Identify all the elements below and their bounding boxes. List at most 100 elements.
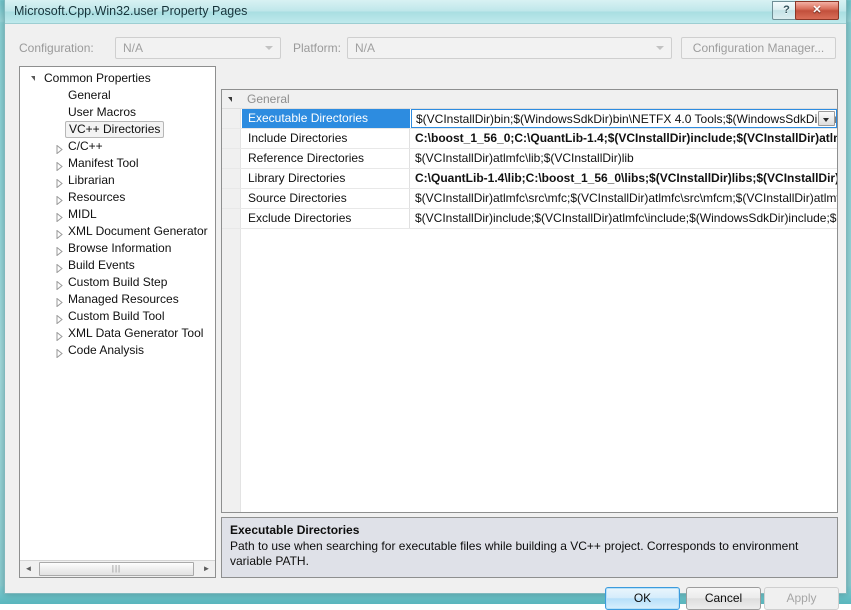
chevron-right-icon[interactable] — [56, 159, 63, 168]
property-name: Reference Directories — [242, 149, 410, 168]
tree-item-label: User Macros — [68, 104, 136, 121]
tree-item-xml-document-generator[interactable]: XML Document Generator — [20, 223, 215, 240]
chevron-right-icon[interactable] — [56, 193, 63, 202]
platform-label: Platform: — [293, 41, 341, 55]
chevron-down-icon — [823, 118, 829, 122]
tree-item-resources[interactable]: Resources — [20, 189, 215, 206]
tree-item-label: VC++ Directories — [65, 121, 164, 138]
property-name: Executable Directories — [242, 109, 410, 128]
tree-item-build-events[interactable]: Build Events — [20, 257, 215, 274]
chevron-right-icon[interactable] — [56, 295, 63, 304]
tree-item-label: Browse Information — [68, 240, 171, 257]
tree-item-label: XML Document Generator — [68, 223, 208, 240]
property-row[interactable]: Executable Directories$(VCInstallDir)bin… — [222, 109, 837, 129]
ok-button[interactable]: OK — [605, 587, 680, 610]
description-pane: Executable Directories Path to use when … — [221, 517, 838, 578]
tree-item-label: Resources — [68, 189, 125, 206]
property-name: Include Directories — [242, 129, 410, 148]
property-row[interactable]: Library DirectoriesC:\QuantLib-1.4\lib;C… — [222, 169, 837, 189]
tree-item-browse-information[interactable]: Browse Information — [20, 240, 215, 257]
chevron-right-icon[interactable] — [56, 329, 63, 338]
close-button[interactable]: ✕ — [795, 1, 839, 20]
property-value[interactable]: $(VCInstallDir)include;$(VCInstallDir)at… — [411, 209, 837, 228]
tree-item-label: Librarian — [68, 172, 115, 189]
tree-item-general[interactable]: General — [20, 87, 215, 104]
property-row[interactable]: Reference Directories$(VCInstallDir)atlm… — [222, 149, 837, 169]
tree-item-c-c[interactable]: C/C++ — [20, 138, 215, 155]
tree-item-managed-resources[interactable]: Managed Resources — [20, 291, 215, 308]
value-dropdown-button[interactable] — [818, 111, 835, 126]
dialog-title: Microsoft.Cpp.Win32.user Property Pages — [14, 4, 247, 18]
chevron-right-icon[interactable] — [56, 278, 63, 287]
tree-item-vc-directories[interactable]: VC++ Directories — [20, 121, 215, 138]
tree-horizontal-scrollbar[interactable]: ◄ ||| ► — [20, 560, 215, 577]
configuration-value: N/A — [123, 41, 143, 55]
tree-item-custom-build-step[interactable]: Custom Build Step — [20, 274, 215, 291]
platform-value: N/A — [355, 41, 375, 55]
tree-item-label: Common Properties — [44, 70, 151, 87]
tree-item-manifest-tool[interactable]: Manifest Tool — [20, 155, 215, 172]
category-expanded-icon — [228, 97, 232, 102]
chevron-right-icon[interactable] — [56, 176, 63, 185]
chevron-down-icon — [265, 46, 273, 50]
configuration-dropdown[interactable]: N/A — [115, 37, 281, 59]
platform-dropdown[interactable]: N/A — [347, 37, 672, 59]
cancel-button[interactable]: Cancel — [686, 587, 761, 610]
chevron-right-icon[interactable] — [56, 346, 63, 355]
chevron-right-icon[interactable] — [56, 210, 63, 219]
tree-item-label: Custom Build Tool — [68, 308, 165, 325]
property-row[interactable]: Source Directories$(VCInstallDir)atlmfc\… — [222, 189, 837, 209]
dialog-client-area: Configuration: N/A Platform: N/A Configu… — [5, 24, 846, 593]
scroll-left-arrow-icon[interactable]: ◄ — [20, 561, 37, 577]
chevron-right-icon[interactable] — [56, 312, 63, 321]
tree-item-label: Build Events — [68, 257, 135, 274]
tree-item-librarian[interactable]: Librarian — [20, 172, 215, 189]
tree-item-label: General — [68, 87, 111, 104]
chevron-right-icon[interactable] — [56, 244, 63, 253]
property-value[interactable]: $(VCInstallDir)atlmfc\src\mfc;$(VCInstal… — [411, 189, 837, 208]
configuration-toolbar: Configuration: N/A Platform: N/A Configu… — [5, 24, 848, 66]
scroll-right-arrow-icon[interactable]: ► — [198, 561, 215, 577]
description-title: Executable Directories — [230, 523, 829, 537]
properties-tree-list: Common PropertiesGeneralUser MacrosVC++ … — [20, 70, 215, 359]
properties-tree-panel[interactable]: Common PropertiesGeneralUser MacrosVC++ … — [19, 66, 216, 578]
tree-expanded-icon[interactable] — [31, 76, 35, 81]
chevron-right-icon[interactable] — [56, 261, 63, 270]
property-value[interactable]: C:\QuantLib-1.4\lib;C:\boost_1_56_0\libs… — [411, 169, 837, 188]
tree-item-user-macros[interactable]: User Macros — [20, 104, 215, 121]
tree-item-label: Code Analysis — [68, 342, 144, 359]
chevron-right-icon[interactable] — [56, 227, 63, 236]
property-name: Library Directories — [242, 169, 410, 188]
apply-button: Apply — [764, 587, 839, 610]
property-value[interactable]: C:\boost_1_56_0;C:\QuantLib-1.4;$(VCInst… — [411, 129, 837, 148]
chevron-down-icon — [656, 46, 664, 50]
property-pages-dialog: Microsoft.Cpp.Win32.user Property Pages … — [4, 0, 847, 594]
tree-item-custom-build-tool[interactable]: Custom Build Tool — [20, 308, 215, 325]
property-grid[interactable]: General Executable Directories$(VCInstal… — [221, 89, 838, 513]
tree-item-label: MIDL — [68, 206, 97, 223]
tree-item-label: Managed Resources — [68, 291, 179, 308]
property-name: Source Directories — [242, 189, 410, 208]
scrollbar-thumb[interactable]: ||| — [39, 562, 194, 576]
property-name: Exclude Directories — [242, 209, 410, 228]
property-category-header[interactable]: General — [222, 90, 837, 109]
property-value[interactable]: $(VCInstallDir)bin;$(WindowsSdkDir)bin\N… — [411, 109, 837, 128]
configuration-label: Configuration: — [19, 41, 94, 55]
tree-item-xml-data-generator-tool[interactable]: XML Data Generator Tool — [20, 325, 215, 342]
property-grid-rows: Executable Directories$(VCInstallDir)bin… — [222, 109, 837, 229]
tree-item-label: XML Data Generator Tool — [68, 325, 203, 342]
tree-item-code-analysis[interactable]: Code Analysis — [20, 342, 215, 359]
tree-item-label: Manifest Tool — [68, 155, 138, 172]
configuration-manager-button[interactable]: Configuration Manager... — [681, 37, 836, 59]
dialog-titlebar[interactable]: Microsoft.Cpp.Win32.user Property Pages … — [5, 0, 846, 24]
tree-item-common-properties[interactable]: Common Properties — [20, 70, 215, 87]
property-value[interactable]: $(VCInstallDir)atlmfc\lib;$(VCInstallDir… — [411, 149, 837, 168]
property-row[interactable]: Exclude Directories$(VCInstallDir)includ… — [222, 209, 837, 229]
category-label: General — [247, 92, 290, 106]
tree-item-label: C/C++ — [68, 138, 103, 155]
property-row[interactable]: Include DirectoriesC:\boost_1_56_0;C:\Qu… — [222, 129, 837, 149]
tree-item-label: Custom Build Step — [68, 274, 167, 291]
chevron-right-icon[interactable] — [56, 142, 63, 151]
tree-item-midl[interactable]: MIDL — [20, 206, 215, 223]
description-body: Path to use when searching for executabl… — [230, 539, 829, 569]
